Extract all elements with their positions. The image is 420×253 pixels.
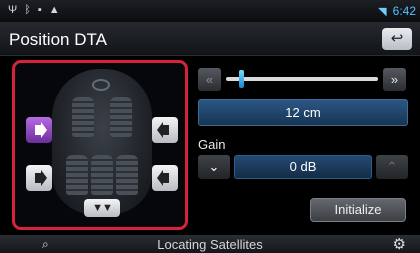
speaker-icon <box>35 122 47 138</box>
double-chevron-down-icon: ⌄ <box>208 159 220 174</box>
gain-value: 0 dB <box>234 155 372 179</box>
speaker-icon <box>35 170 47 186</box>
gear-icon[interactable]: ⚙ <box>393 235 406 253</box>
steering-wheel-icon <box>92 79 110 91</box>
speaker-front-left-button[interactable] <box>26 117 52 143</box>
back-button[interactable]: ↩ <box>382 28 412 50</box>
subwoofer-icon: ▼▼ <box>92 202 113 214</box>
speaker-icon <box>157 170 169 186</box>
speaker-icon <box>157 122 169 138</box>
warning-icon: ▲ <box>48 4 60 16</box>
seat-front-right <box>110 97 132 137</box>
back-arrow-icon: ↩ <box>390 30 404 47</box>
double-chevron-up-icon: ⌃ <box>386 159 398 174</box>
wifi-icon: ◥ <box>378 5 387 18</box>
bluetooth-icon: ᛒ <box>24 4 31 16</box>
distance-value: 12 cm <box>198 99 408 126</box>
status-right: ◥ 6:42 <box>378 4 416 18</box>
distance-decrease-button[interactable]: « <box>198 68 221 91</box>
gain-row: ⌄ 0 dB ⌃ <box>198 155 408 179</box>
seat-front-left <box>72 97 94 137</box>
car-interior-illustration <box>52 69 152 214</box>
distance-slider-thumb[interactable] <box>239 70 245 88</box>
speaker-rear-right-button[interactable] <box>152 165 178 191</box>
seat-rear-left <box>66 155 88 195</box>
antenna-icon: Ψ <box>8 4 18 16</box>
gain-down-button[interactable]: ⌄ <box>198 155 230 179</box>
initialize-button[interactable]: Initialize <box>310 198 406 222</box>
speaker-rear-left-button[interactable] <box>26 165 52 191</box>
subwoofer-button[interactable]: ▼▼ <box>84 199 120 217</box>
distance-slider-row: « » <box>198 68 406 91</box>
battery-icon: ▪ <box>37 4 42 16</box>
seat-position-panel: ▼▼ <box>12 60 188 230</box>
seat-rear-right <box>116 155 138 195</box>
seat-rear-center <box>91 155 113 195</box>
navigation-status: Locating Satellites <box>157 237 263 252</box>
gain-label: Gain <box>198 137 226 152</box>
status-icons: Ψ ᛒ ▪ ▲ <box>8 4 60 17</box>
distance-slider-track[interactable] <box>226 70 378 88</box>
distance-increase-button[interactable]: » <box>383 68 406 91</box>
page-title: Position DTA <box>9 30 107 49</box>
gain-up-button[interactable]: ⌃ <box>376 155 408 179</box>
bottom-bar: ⌕ Locating Satellites ⚙ <box>0 235 420 253</box>
title-bar: Position DTA ↩ <box>0 22 420 56</box>
clock: 6:42 <box>392 4 416 18</box>
speaker-front-right-button[interactable] <box>152 117 178 143</box>
status-bar: Ψ ᛒ ▪ ▲ ◥ 6:42 <box>0 0 420 22</box>
